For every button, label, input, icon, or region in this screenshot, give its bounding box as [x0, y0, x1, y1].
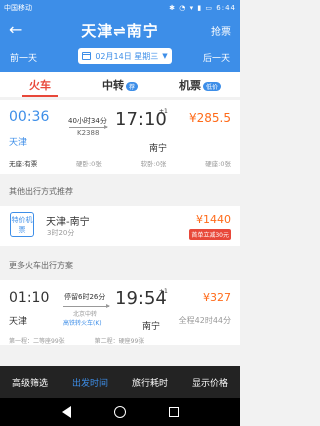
calendar-icon	[82, 52, 92, 60]
route-title: 天津⇌南宁	[81, 22, 159, 40]
leg-seat-info: 第二程：硬座99张	[94, 338, 145, 345]
day-offset: +1	[159, 108, 168, 115]
recent-apps-icon[interactable]	[168, 407, 179, 417]
status-indicator-icons: ✱ ◔ ▾ ▮	[169, 3, 203, 12]
system-nav-bar	[0, 398, 240, 426]
low-price-badge: 低价	[202, 81, 221, 91]
departure-station: 天津	[9, 317, 28, 327]
leg-seat-info: 第一程：二等座99张	[9, 338, 65, 345]
transfer-plan-card[interactable]: 01:10 天津 停留6时26分 北京中转 高铁转火车(K) 19:54 +1 …	[0, 280, 240, 345]
departure-time: 00:36	[9, 109, 50, 125]
transfer-station: 北京中转	[73, 311, 98, 318]
special-flight-icon: 特价机票	[10, 212, 34, 237]
stop-duration: 停留6时26分	[64, 293, 106, 301]
seat-type: 无座:有票	[9, 160, 38, 168]
next-day-button[interactable]: 后一天	[203, 51, 230, 64]
recommend-badge: 荐	[125, 81, 138, 91]
more-options-title: 更多火车出行方案	[9, 261, 73, 270]
total-duration: 全程42时44分	[178, 316, 231, 325]
chevron-down-icon: ▼	[162, 52, 168, 60]
sort-departure-button[interactable]: 出发时间	[60, 376, 120, 389]
battery-icon: ▭	[205, 3, 214, 12]
seat-availability: 第一程：二等座99张 第二程：硬座99张	[9, 336, 174, 345]
date-picker[interactable]: 02月14日 星期三 ▼	[78, 48, 172, 64]
sort-duration-button[interactable]: 旅行耗时	[120, 376, 180, 389]
ticket-price: ¥285.5	[189, 111, 231, 125]
departure-station: 天津	[9, 138, 28, 148]
train-result-card[interactable]: 00:36 天津 40小时34分 K2388 17:10 +1 南宁 ¥285.…	[0, 100, 240, 174]
flight-price: ¥1440	[196, 213, 231, 226]
ticket-price: ¥327	[203, 291, 231, 304]
seat-type: 硬座:0张	[205, 160, 231, 168]
other-options-title: 其他出行方式推荐	[9, 187, 73, 196]
show-price-button[interactable]: 显示价格	[180, 376, 240, 389]
discount-badge: 首单立减30元	[189, 229, 231, 240]
clock: 6:44	[216, 3, 236, 12]
date-label: 02月14日 星期三	[95, 51, 159, 61]
transport-tabs: 火车 中转荐 机票 低价	[0, 72, 240, 97]
flight-recommend-card[interactable]: 特价机票 天津-南宁 3时20分 ¥1440 首单立减30元	[0, 206, 240, 246]
day-offset: +1	[159, 288, 168, 295]
filter-bar: 高级筛选 出发时间 旅行耗时 显示价格	[0, 366, 240, 398]
home-icon[interactable]	[113, 406, 126, 418]
duration: 40小时34分	[68, 117, 107, 125]
arrival-station: 南宁	[149, 144, 168, 154]
status-icons: ✱ ◔ ▾ ▮ ▭ 6:44	[169, 4, 236, 12]
prev-day-button[interactable]: 前一天	[10, 51, 37, 64]
tab-flight[interactable]: 机票 低价	[160, 72, 240, 97]
departure-time: 01:10	[9, 290, 50, 306]
grab-ticket-button[interactable]: 抢票	[211, 23, 231, 38]
carrier-label: 中国移动	[4, 3, 32, 12]
train-number: K2388	[77, 129, 100, 137]
flight-duration: 3时20分	[47, 229, 75, 237]
advanced-filter-button[interactable]: 高级筛选	[0, 376, 60, 389]
flight-route: 天津-南宁	[46, 217, 90, 228]
duration-arrow-icon	[69, 125, 108, 129]
tab-transfer[interactable]: 中转荐	[80, 72, 160, 97]
header: ← 天津⇌南宁 抢票 前一天 02月14日 星期三 ▼ 后一天	[0, 15, 240, 72]
duration-arrow-icon	[63, 304, 110, 308]
status-bar: 中国移动 ✱ ◔ ▾ ▮ ▭ 6:44	[0, 0, 240, 15]
tab-train[interactable]: 火车	[0, 72, 80, 97]
back-icon[interactable]	[61, 406, 71, 418]
seat-type: 软卧:0张	[140, 160, 167, 168]
seat-availability: 无座:有票 硬卧:0张 软卧:0张 硬座:0张	[9, 158, 231, 168]
seat-type: 硬卧:0张	[75, 160, 102, 168]
arrival-station: 南宁	[142, 322, 161, 332]
transfer-type: 高铁转火车(K)	[63, 320, 102, 327]
